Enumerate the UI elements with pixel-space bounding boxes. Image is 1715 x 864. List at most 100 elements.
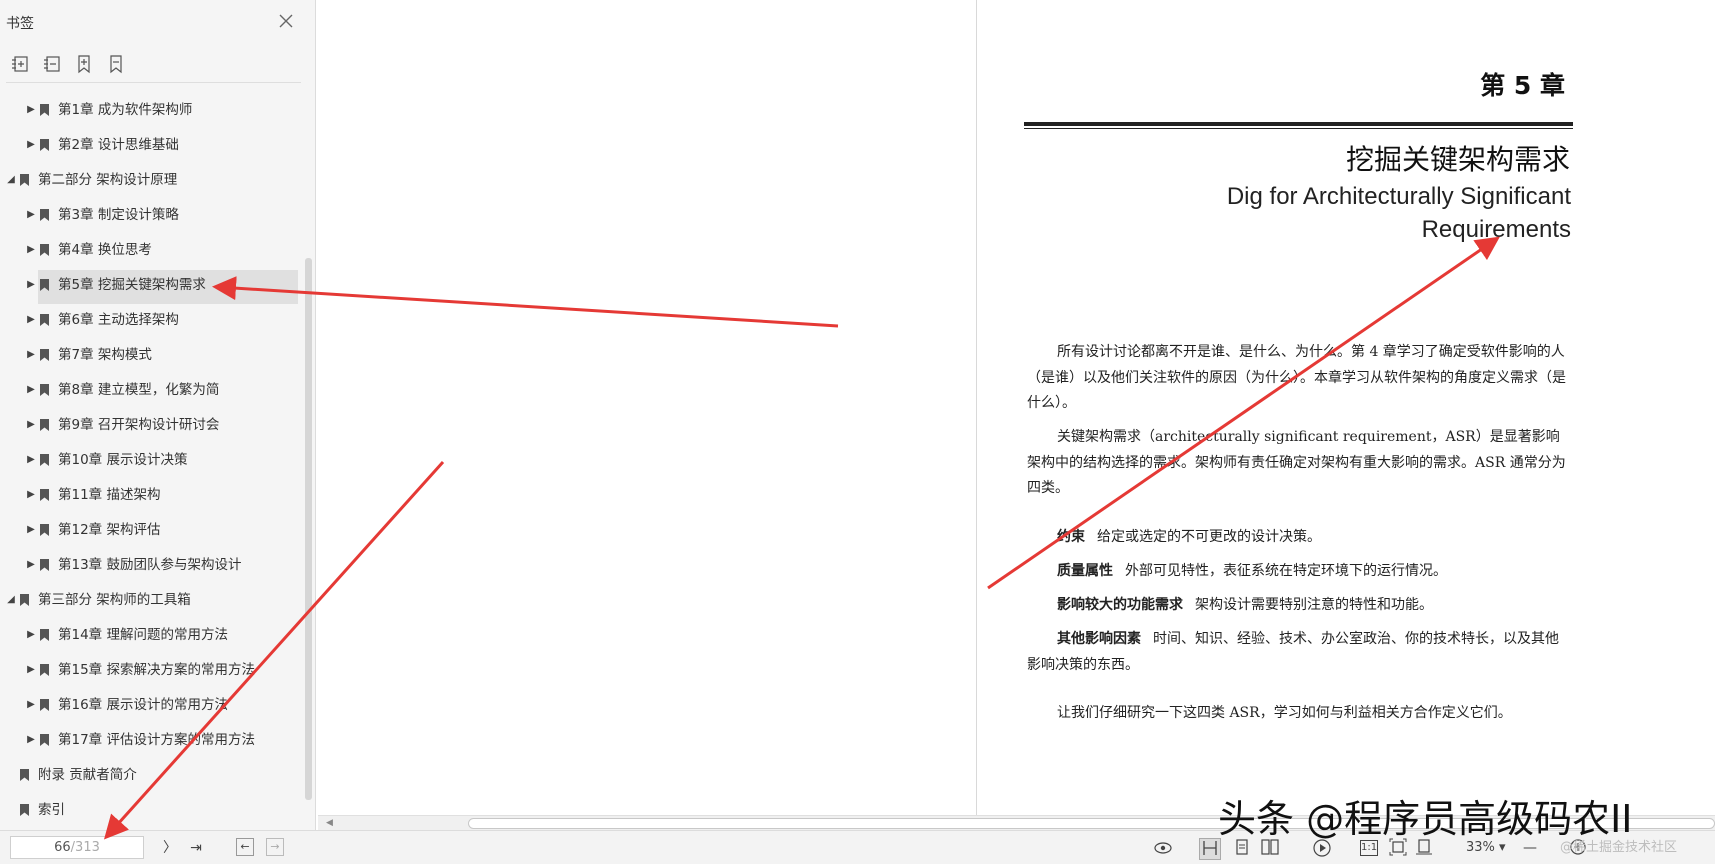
expand-arrow-icon[interactable]: ▶ (26, 270, 36, 300)
bookmark-item-ch13[interactable]: ▶ 第13章 鼓励团队参与架构设计 (26, 550, 296, 580)
bookmark-item-ch5[interactable]: ▶ 第5章 挖掘关键架构需求 (26, 270, 298, 304)
expand-arrow-icon[interactable]: ▶ (26, 480, 36, 510)
bookmark-item-ch6[interactable]: ▶ 第6章 主动选择架构 (26, 305, 296, 335)
collapse-arrow-icon[interactable]: ◢ (6, 585, 16, 615)
bookmark-icon (40, 489, 49, 501)
bookmark-icon (40, 629, 49, 641)
bookmark-icon (40, 664, 49, 676)
bookmark-item-ch16[interactable]: ▶ 第16章 展示设计的常用方法 (26, 690, 296, 720)
bookmark-icon (20, 769, 29, 781)
bookmark-label: 第7章 架构模式 (58, 347, 152, 363)
bookmark-item-part3[interactable]: ◢ 第三部分 架构师的工具箱 (6, 585, 296, 615)
bookmark-icon (40, 454, 49, 466)
collapse-all-icon[interactable] (42, 54, 64, 76)
expand-arrow-icon[interactable]: ▶ (26, 550, 36, 580)
bookmark-item-ch10[interactable]: ▶ 第10章 展示设计决策 (26, 445, 296, 475)
forward-icon[interactable]: → (266, 838, 284, 856)
bookmark-item-ch9[interactable]: ▶ 第9章 召开架构设计研讨会 (26, 410, 296, 440)
expand-arrow-icon[interactable]: ▶ (26, 690, 36, 720)
bookmark-item-ch1[interactable]: ▶ 第1章 成为软件架构师 (26, 95, 296, 125)
delete-bookmark-icon[interactable] (106, 54, 128, 76)
bookmark-label: 第1章 成为软件架构师 (58, 102, 193, 118)
paragraph-intro: 所有设计讨论都离不开是谁、是什么、为什么。第 4 章学习了确定受软件影响的人（是… (1027, 344, 1566, 411)
bookmark-label: 附录 贡献者简介 (38, 767, 137, 783)
term-item: 其他影响因素 时间、知识、经验、技术、办公室政治、你的技术特长，以及其他影响决策的… (1027, 631, 1559, 673)
page-number-input[interactable]: 66/313 (10, 836, 144, 859)
watermark-small: @稀土掘金技术社区 (1560, 840, 1678, 855)
expand-arrow-icon[interactable]: ▶ (26, 725, 36, 755)
bookmark-scrollbar[interactable] (305, 258, 312, 800)
bookmark-item-part2[interactable]: ◢ 第二部分 架构设计原理 (6, 165, 296, 195)
chapter-title: 挖掘关键架构需求 (1345, 143, 1570, 176)
bookmark-label: 第11章 描述架构 (58, 487, 161, 503)
bookmark-icon (40, 349, 49, 361)
expand-arrow-icon[interactable]: ▶ (26, 200, 36, 230)
bookmark-icon (40, 209, 49, 221)
bookmark-item-ch12[interactable]: ▶ 第12章 架构评估 (26, 515, 296, 545)
expand-arrow-icon[interactable]: ▶ (26, 95, 36, 125)
bookmark-item-ch4[interactable]: ▶ 第4章 换位思考 (26, 235, 296, 265)
bookmark-label: 第二部分 架构设计原理 (38, 172, 178, 188)
bookmark-icon (40, 314, 49, 326)
bookmark-label: 第16章 展示设计的常用方法 (58, 697, 228, 713)
scroll-left-icon[interactable]: ◀ (326, 818, 333, 828)
bookmark-label: 第5章 挖掘关键架构需求 (58, 277, 206, 293)
bookmark-item-ch2[interactable]: ▶ 第2章 设计思维基础 (26, 130, 296, 160)
expand-arrow-icon[interactable]: ▶ (26, 340, 36, 370)
expand-arrow-icon[interactable]: ▶ (26, 305, 36, 335)
bookmark-panel-title: 书签 (6, 16, 34, 32)
collapse-arrow-icon[interactable]: ◢ (6, 165, 16, 195)
toolbar-divider (6, 82, 301, 83)
chapter-rule (1024, 122, 1573, 126)
bookmark-label: 第9章 召开架构设计研讨会 (58, 417, 220, 433)
bookmark-label: 第15章 探索解决方案的常用方法 (58, 662, 255, 678)
close-icon[interactable] (277, 12, 295, 30)
bookmark-icon (20, 804, 29, 816)
chapter-title-en: Dig for Architecturally Significant (1226, 183, 1571, 210)
eye-icon[interactable] (1153, 838, 1173, 858)
chapter-number: 第 5 章 (1480, 71, 1565, 100)
expand-arrow-icon[interactable]: ▶ (26, 130, 36, 160)
bookmark-icon (40, 244, 49, 256)
term-item: 影响较大的功能需求 架构设计需要特别注意的特性和功能。 (1057, 597, 1433, 613)
bookmark-label: 第12章 架构评估 (58, 522, 161, 538)
next-page-icon[interactable]: 〉 (160, 838, 180, 858)
bookmark-item-ch17[interactable]: ▶ 第17章 评估设计方案的常用方法 (26, 725, 296, 755)
term-item: 质量属性 外部可见特性，表征系统在特定环境下的运行情况。 (1057, 563, 1447, 579)
expand-arrow-icon[interactable]: ▶ (26, 620, 36, 650)
bookmark-item-appendix[interactable]: 附录 贡献者简介 (6, 760, 296, 790)
bookmark-label: 第13章 鼓励团队参与架构设计 (58, 557, 242, 573)
expand-arrow-icon[interactable]: ▶ (26, 410, 36, 440)
bookmark-label: 第4章 换位思考 (58, 242, 152, 258)
bookmark-label: 第2章 设计思维基础 (58, 137, 179, 153)
term-item: 约束 给定或选定的不可更改的设计决策。 (1057, 529, 1321, 545)
watermark: 头条 @程序员高级码农II (1218, 797, 1633, 841)
bookmark-item-ch7[interactable]: ▶ 第7章 架构模式 (26, 340, 296, 370)
bookmark-panel-header: 书签 (0, 0, 316, 44)
bookmark-icon (40, 734, 49, 746)
expand-arrow-icon[interactable]: ▶ (26, 445, 36, 475)
bookmark-label: 第10章 展示设计决策 (58, 452, 188, 468)
bookmark-icon (40, 384, 49, 396)
bookmark-item-ch11[interactable]: ▶ 第11章 描述架构 (26, 480, 296, 510)
expand-arrow-icon[interactable]: ▶ (26, 655, 36, 685)
bookmark-item-ch3[interactable]: ▶ 第3章 制定设计策略 (26, 200, 296, 230)
bookmark-item-ch15[interactable]: ▶ 第15章 探索解决方案的常用方法 (26, 655, 296, 685)
add-bookmark-icon[interactable] (74, 54, 96, 76)
bookmark-label: 第三部分 架构师的工具箱 (38, 592, 191, 608)
back-icon[interactable]: ← (236, 838, 254, 856)
expand-arrow-icon[interactable]: ▶ (26, 235, 36, 265)
last-page-icon[interactable]: ⇥ (186, 838, 206, 858)
expand-arrow-icon[interactable]: ▶ (26, 375, 36, 405)
bookmark-icon (40, 559, 49, 571)
bookmark-item-index[interactable]: 索引 (6, 795, 296, 825)
paragraph-closing: 让我们仔细研究一下这四类 ASR，学习如何与利益相关方合作定义它们。 (1057, 705, 1512, 721)
bookmark-item-ch8[interactable]: ▶ 第8章 建立模型，化繁为简 (26, 375, 296, 405)
page-separator (976, 0, 977, 815)
expand-arrow-icon[interactable]: ▶ (26, 515, 36, 545)
bookmark-item-ch14[interactable]: ▶ 第14章 理解问题的常用方法 (26, 620, 296, 650)
bookmark-icon (40, 419, 49, 431)
expand-all-icon[interactable] (10, 54, 32, 76)
bookmark-label: 第3章 制定设计策略 (58, 207, 179, 223)
paragraph-asr: 关键架构需求（architecturally significant requi… (1027, 429, 1566, 496)
